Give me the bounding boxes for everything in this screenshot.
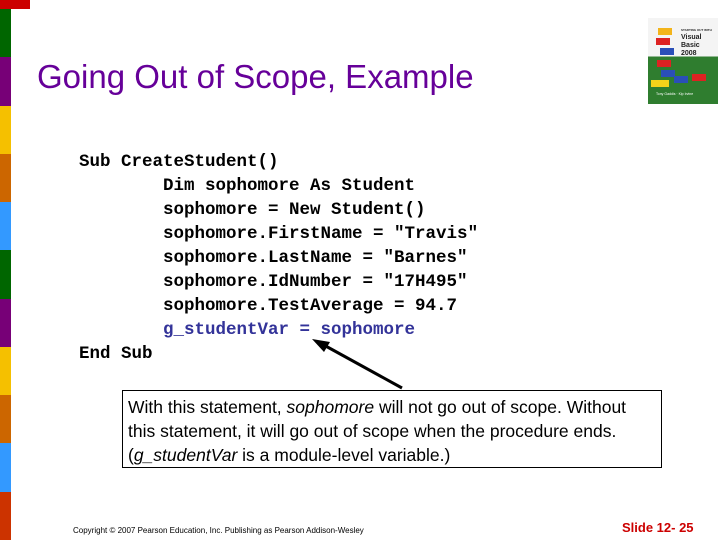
callout-box: With this statement, sophomore will not … bbox=[122, 390, 662, 468]
copyright: Copyright © 2007 Pearson Education, Inc.… bbox=[73, 526, 364, 535]
slide-number: Slide 12- 25 bbox=[622, 520, 694, 535]
